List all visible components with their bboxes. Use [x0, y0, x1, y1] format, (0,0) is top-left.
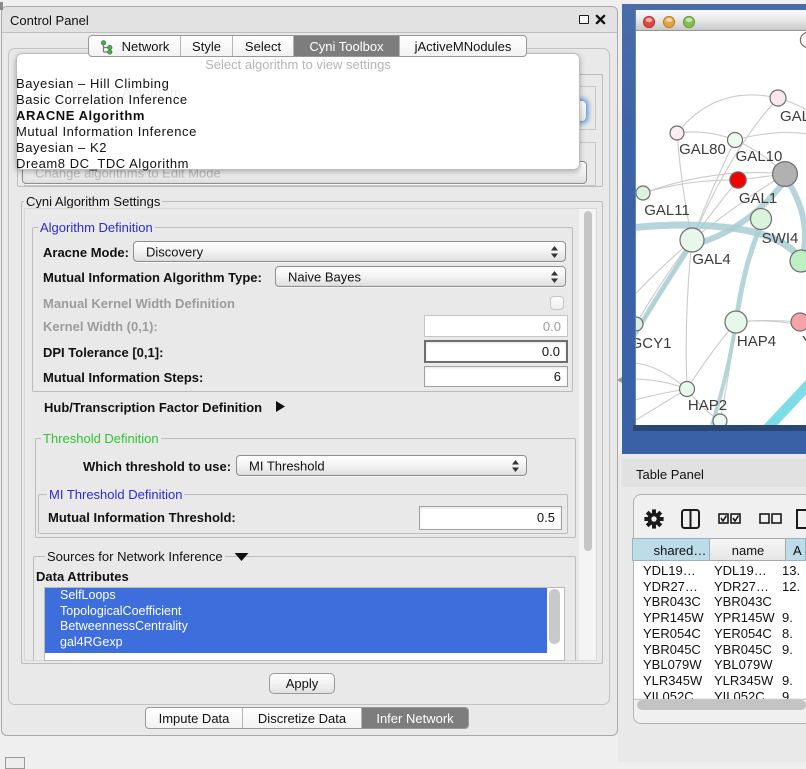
- svg-text:GCY1: GCY1: [636, 335, 671, 352]
- svg-text:GAL80: GAL80: [679, 141, 726, 158]
- svg-text:GAL7: GAL7: [780, 108, 806, 125]
- svg-text:GAL11: GAL11: [644, 202, 690, 219]
- svg-text:GAL4: GAL4: [692, 251, 730, 268]
- svg-text:GAL10: GAL10: [736, 148, 783, 165]
- svg-text:YE: YE: [802, 333, 806, 350]
- svg-text:SWI4: SWI4: [762, 230, 799, 247]
- svg-text:HAP4: HAP4: [737, 333, 776, 350]
- svg-text:HAP2: HAP2: [688, 397, 727, 414]
- svg-text:GAL1: GAL1: [739, 190, 777, 207]
